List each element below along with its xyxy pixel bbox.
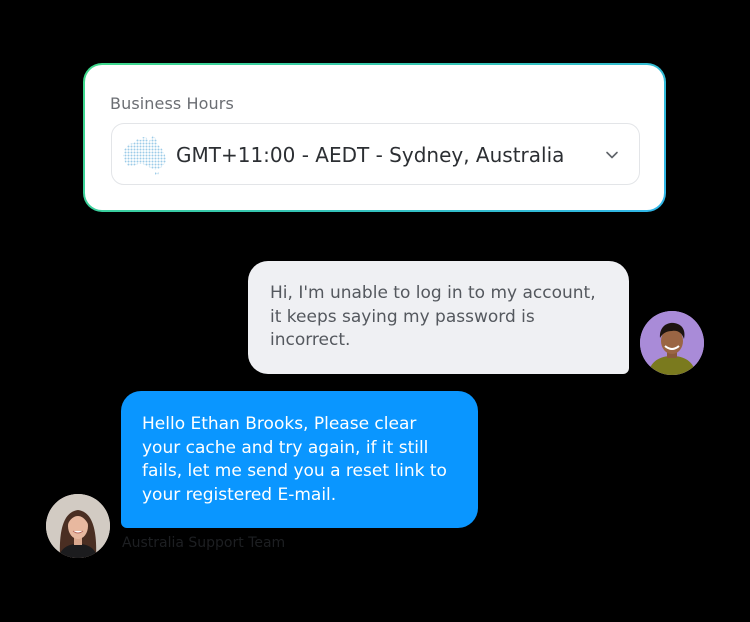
agent-message-bubble: Hello Ethan Brooks, Please clear your ca… — [121, 391, 478, 528]
user-avatar-illustration — [640, 311, 704, 375]
australia-map-icon — [123, 135, 166, 175]
agent-avatar-illustration — [46, 494, 110, 558]
business-hours-card: Business Hours GMT+11:00 - AEDT - Sydney… — [83, 63, 666, 212]
user-message-bubble: Hi, I'm unable to log in to my account, … — [248, 261, 629, 374]
timezone-select[interactable]: GMT+11:00 - AEDT - Sydney, Australia — [111, 123, 640, 185]
business-hours-card-body: Business Hours GMT+11:00 - AEDT - Sydney… — [85, 65, 664, 210]
business-hours-label: Business Hours — [110, 94, 234, 113]
user-avatar — [640, 311, 704, 375]
agent-team-label: Australia Support Team — [122, 535, 286, 551]
timezone-value: GMT+11:00 - AEDT - Sydney, Australia — [176, 143, 565, 167]
agent-avatar — [46, 494, 110, 558]
chevron-down-icon[interactable] — [605, 148, 619, 162]
